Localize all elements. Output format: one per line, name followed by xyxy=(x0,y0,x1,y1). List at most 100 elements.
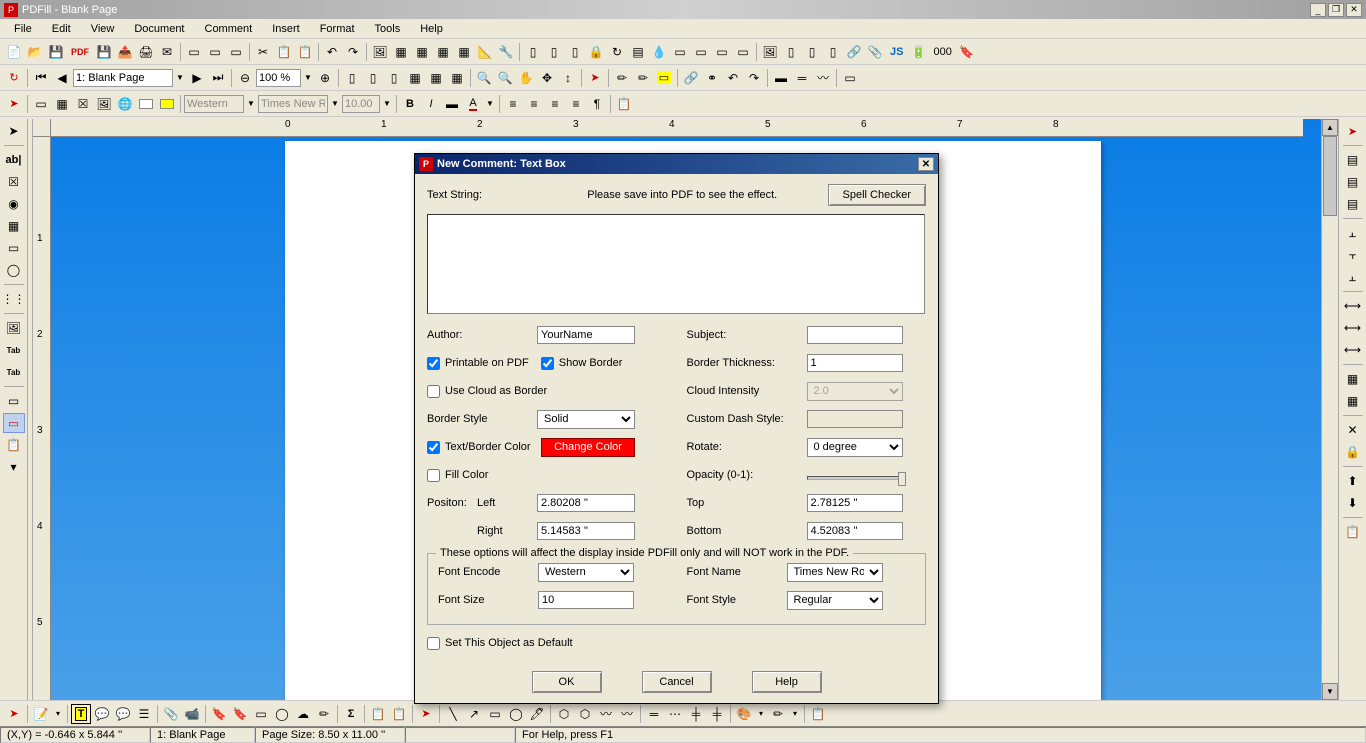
r-h1-icon[interactable]: ⟷ xyxy=(1342,296,1364,316)
right-input[interactable] xyxy=(537,522,635,540)
font-size-drop-icon[interactable]: ▼ xyxy=(381,99,393,108)
bookmark-icon[interactable]: 🔖 xyxy=(957,42,977,62)
print-icon[interactable]: 🖨 xyxy=(136,42,156,62)
b-line2-icon[interactable]: ⋯ xyxy=(665,704,685,724)
form3-icon[interactable]: ▦ xyxy=(433,42,453,62)
page-input[interactable] xyxy=(73,69,173,87)
arrow-icon[interactable]: ➤ xyxy=(4,94,24,114)
attach-icon[interactable]: 📎 xyxy=(865,42,885,62)
b-rect2-icon[interactable]: ▭ xyxy=(485,704,505,724)
rect-white-icon[interactable] xyxy=(136,94,156,114)
cut-icon[interactable]: ✂ xyxy=(253,42,273,62)
zoom-input[interactable] xyxy=(256,69,301,87)
b-note-icon[interactable]: 📝 xyxy=(31,704,51,724)
radio-tool-icon[interactable]: ◉ xyxy=(3,194,25,214)
form4-icon[interactable]: ▦ xyxy=(454,42,474,62)
maximize-button[interactable]: ❐ xyxy=(1328,3,1344,17)
font-encode-drop-icon[interactable]: ▼ xyxy=(245,99,257,108)
spell-checker-button[interactable]: Spell Checker xyxy=(828,184,926,206)
menu-help[interactable]: Help xyxy=(410,21,453,37)
arrow-tool-icon[interactable]: ➤ xyxy=(3,121,25,141)
b-line-icon[interactable]: ╲ xyxy=(443,704,463,724)
font-name-select[interactable]: Times New Rom xyxy=(787,563,883,582)
globe-icon[interactable]: 🌐 xyxy=(115,94,135,114)
b-fill-drop[interactable]: ▾ xyxy=(755,709,767,718)
paste-tool-icon[interactable]: 📋 xyxy=(3,435,25,455)
font-size-input[interactable] xyxy=(538,591,634,609)
r-down-icon[interactable]: ⬇ xyxy=(1342,493,1364,513)
b-video-icon[interactable]: 📹 xyxy=(182,704,202,724)
pencil2-icon[interactable]: ✏ xyxy=(633,68,653,88)
font-encode-select[interactable]: Western xyxy=(538,563,634,582)
align-justify-icon[interactable]: ≡ xyxy=(566,94,586,114)
b-line3-icon[interactable]: ╪ xyxy=(686,704,706,724)
ok-button[interactable]: OK xyxy=(532,671,602,693)
bottom-input[interactable] xyxy=(807,522,903,540)
opacity-slider[interactable] xyxy=(807,476,903,480)
minimize-button[interactable]: _ xyxy=(1310,3,1326,17)
stamp-icon[interactable]: ▭ xyxy=(840,68,860,88)
font-color-icon[interactable]: A xyxy=(463,94,483,114)
form2-icon[interactable]: ▦ xyxy=(412,42,432,62)
select-arrow-icon[interactable]: ➤ xyxy=(585,68,605,88)
subject-input[interactable] xyxy=(807,326,903,344)
dialog-titlebar[interactable]: P New Comment: Text Box ✕ xyxy=(415,154,938,174)
checkbox-tool-icon[interactable]: ☒ xyxy=(3,172,25,192)
field2-icon[interactable]: ▦ xyxy=(52,94,72,114)
r-dist1-icon[interactable]: ⫠ xyxy=(1342,223,1364,243)
save2-icon[interactable]: 💾 xyxy=(94,42,114,62)
email-icon[interactable]: ✉ xyxy=(157,42,177,62)
b-pen-icon[interactable]: 🖊 xyxy=(527,704,547,724)
view6-icon[interactable]: ▦ xyxy=(447,68,467,88)
copy-icon[interactable]: 📋 xyxy=(274,42,294,62)
view3-icon[interactable]: ▯ xyxy=(384,68,404,88)
b-stamp2-icon[interactable]: 🔖 xyxy=(230,704,250,724)
page-dropdown-icon[interactable]: ▼ xyxy=(174,73,186,82)
cancel-button[interactable]: Cancel xyxy=(642,671,712,693)
r-lock-icon[interactable]: 🔒 xyxy=(1342,442,1364,462)
font-size-select[interactable] xyxy=(342,95,380,113)
top-input[interactable] xyxy=(807,494,903,512)
merge-icon[interactable]: ▯ xyxy=(523,42,543,62)
opacity-slider-thumb[interactable] xyxy=(898,472,906,486)
b-textbox-icon[interactable]: T xyxy=(71,704,91,724)
b-note-drop[interactable]: ▾ xyxy=(52,709,64,718)
fill-color-checkbox[interactable] xyxy=(427,469,440,482)
style1-icon[interactable]: ▭ xyxy=(184,42,204,62)
chain-icon[interactable]: ⚭ xyxy=(702,68,722,88)
pdf-icon[interactable]: PDF xyxy=(67,42,93,62)
vertical-scrollbar[interactable]: ▲ ▼ xyxy=(1321,119,1338,700)
paragraph-icon[interactable]: ¶ xyxy=(587,94,607,114)
redo2-icon[interactable]: ↷ xyxy=(744,68,764,88)
b-paste2-icon[interactable]: 📋 xyxy=(389,704,409,724)
hand-icon[interactable]: ✋ xyxy=(516,68,536,88)
rotate-select[interactable]: 0 degree xyxy=(807,438,903,457)
b-arrow2-icon[interactable]: ➤ xyxy=(416,704,436,724)
page5-icon[interactable]: ▯ xyxy=(781,42,801,62)
save-icon[interactable]: 💾 xyxy=(46,42,66,62)
menu-edit[interactable]: Edit xyxy=(42,21,81,37)
menu-insert[interactable]: Insert xyxy=(262,21,310,37)
page7-icon[interactable]: ▯ xyxy=(823,42,843,62)
tab-tool-1[interactable]: Tab xyxy=(3,340,25,360)
text-tool-icon[interactable]: ab| xyxy=(3,150,25,170)
b-arrow-icon[interactable]: ➤ xyxy=(4,704,24,724)
form1-icon[interactable]: ▦ xyxy=(391,42,411,62)
align-right-icon[interactable]: ≡ xyxy=(545,94,565,114)
highlight-bg-icon[interactable]: ▬ xyxy=(442,94,462,114)
move-icon[interactable]: ✥ xyxy=(537,68,557,88)
open-icon[interactable]: 📂 xyxy=(25,42,45,62)
scroll-down-icon[interactable]: ▼ xyxy=(1322,683,1338,700)
b-line4-icon[interactable]: ╪ xyxy=(707,704,727,724)
r-align3-icon[interactable]: ▤ xyxy=(1342,194,1364,214)
check-x-icon[interactable]: ☒ xyxy=(73,94,93,114)
view2-icon[interactable]: ▯ xyxy=(363,68,383,88)
export-icon[interactable]: 📤 xyxy=(115,42,135,62)
r-grid-icon[interactable]: ▦ xyxy=(1342,369,1364,389)
set-default-checkbox[interactable] xyxy=(427,637,440,650)
close-button[interactable]: ✕ xyxy=(1346,3,1362,17)
page4-icon[interactable]: ▭ xyxy=(733,42,753,62)
split-icon[interactable]: ▯ xyxy=(544,42,564,62)
change-color-button[interactable]: Change Color xyxy=(541,438,635,457)
wave-icon[interactable]: 〰 xyxy=(813,68,833,88)
